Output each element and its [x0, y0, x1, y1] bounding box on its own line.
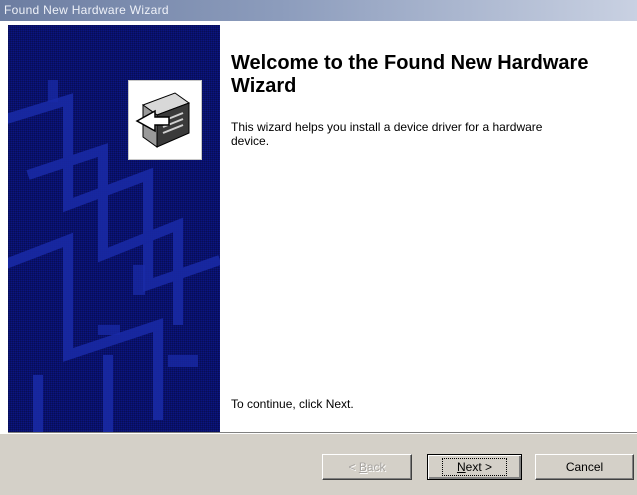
wizard-hardware-icon	[128, 80, 202, 160]
continue-instruction: To continue, click Next.	[231, 397, 354, 411]
wizard-description: This wizard helps you install a device d…	[231, 120, 543, 148]
wizard-window: Found New Hardware Wizard Welcome to the…	[0, 0, 637, 495]
wizard-content: Welcome to the Found New Hardware Wizard…	[220, 25, 637, 432]
cancel-button[interactable]: Cancel	[535, 454, 634, 480]
wizard-art-panel	[8, 25, 220, 432]
title-bar[interactable]: Found New Hardware Wizard	[0, 0, 637, 21]
back-button[interactable]: < Back	[322, 454, 412, 480]
page-title: Welcome to the Found New Hardware Wizard	[231, 52, 589, 97]
next-button[interactable]: Next >	[427, 454, 522, 480]
window-title: Found New Hardware Wizard	[4, 3, 169, 17]
